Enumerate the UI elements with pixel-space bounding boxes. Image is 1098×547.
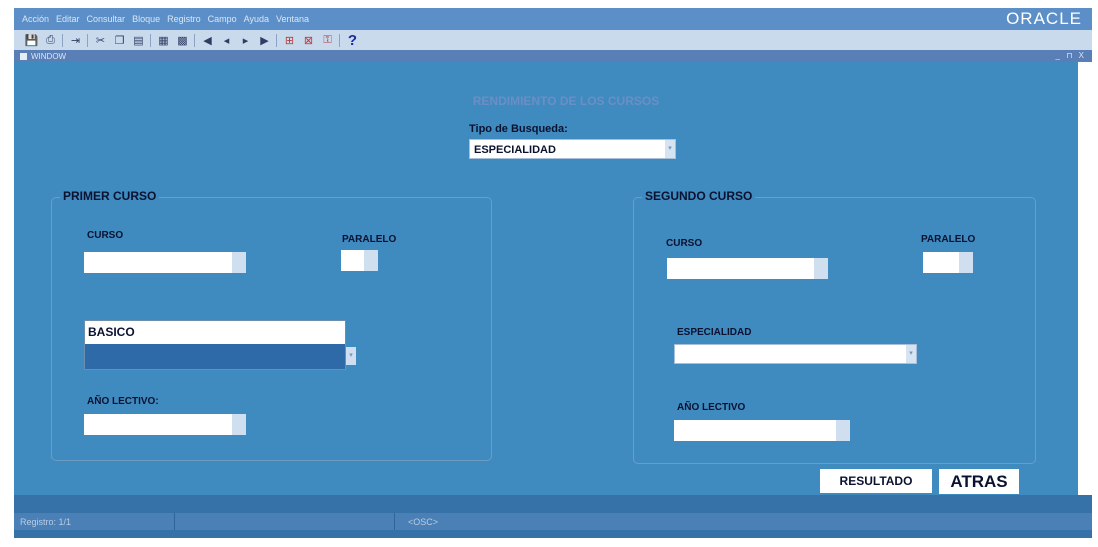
atras-button[interactable]: ATRAS: [939, 469, 1019, 494]
segundo-curso-title: SEGUNDO CURSO: [642, 189, 756, 203]
menu-accion[interactable]: Acción: [22, 14, 49, 24]
segundo-especialidad-select[interactable]: ▾: [674, 344, 917, 364]
toolbar-separator: [339, 33, 340, 47]
primer-paralelo-label: PARALELO: [342, 234, 397, 245]
form-title: RENDIMIENTO DE LOS CURSOS: [472, 94, 660, 108]
delete-record-icon[interactable]: ⊠: [301, 34, 316, 47]
segundo-paralelo-field[interactable]: [923, 252, 973, 273]
form-canvas: RENDIMIENTO DE LOS CURSOS Tipo de Busque…: [14, 62, 1092, 495]
dropdown-option-selected[interactable]: [85, 344, 345, 369]
oracle-logo: ORACLE: [1006, 9, 1082, 28]
primer-anio-label: AÑO LECTIVO:: [87, 396, 159, 407]
primer-especialidad-dropdown[interactable]: BASICO: [84, 320, 346, 370]
help-icon[interactable]: ?: [345, 32, 360, 49]
primer-curso-title: PRIMER CURSO: [60, 189, 160, 203]
first-block-icon[interactable]: ◀: [200, 34, 215, 47]
window-icon: [20, 52, 27, 60]
status-record: Registro: 1/1: [20, 517, 72, 527]
window-title: WINDOW: [31, 51, 67, 61]
toolbar-separator: [194, 33, 195, 47]
chevron-down-icon[interactable]: ▾: [665, 140, 675, 158]
window-controls[interactable]: _ ⊓ X: [1056, 50, 1086, 62]
primer-curso-label: CURSO: [87, 230, 124, 241]
window-title-bar: WINDOW _ ⊓ X: [14, 50, 1092, 62]
toolbar-separator: [87, 33, 88, 47]
toolbar-separator: [62, 33, 63, 47]
toolbar-separator: [276, 33, 277, 47]
previous-record-icon[interactable]: ◂: [219, 34, 234, 47]
paste-icon[interactable]: ▤: [131, 34, 146, 47]
exit-icon[interactable]: ⇥: [68, 34, 83, 47]
search-type-select[interactable]: ESPECIALIDAD ▾: [469, 139, 676, 159]
menu-ventana[interactable]: Ventana: [276, 14, 309, 24]
toolbar: 💾 ⎙ ⇥ ✂ ❐ ▤ ▦ ▩ ◀ ◂ ▸ ▶ ⊞ ⊠ ⚿ ?: [14, 30, 1092, 50]
dropdown-option-basico[interactable]: BASICO: [85, 321, 345, 344]
search-type-label: Tipo de Busqueda:: [469, 123, 568, 135]
search-type-value: ESPECIALIDAD: [474, 144, 556, 156]
primer-curso-field[interactable]: [84, 252, 246, 273]
save-icon[interactable]: 💾: [24, 34, 39, 47]
cut-icon[interactable]: ✂: [93, 34, 108, 47]
oracle-forms-window: Acción Editar Consultar Bloque Registro …: [14, 8, 1092, 538]
menu-ayuda[interactable]: Ayuda: [244, 14, 269, 24]
segundo-especialidad-label: ESPECIALIDAD: [677, 327, 752, 338]
status-separator: [394, 513, 395, 530]
last-block-icon[interactable]: ▶: [257, 34, 272, 47]
copy-icon[interactable]: ❐: [112, 34, 127, 47]
lock-record-icon[interactable]: ⚿: [320, 34, 335, 47]
menu-registro[interactable]: Registro: [167, 14, 201, 24]
status-bar: Registro: 1/1 <OSC>: [14, 495, 1092, 538]
right-gutter: [1078, 62, 1092, 495]
menu-bloque[interactable]: Bloque: [132, 14, 160, 24]
next-record-icon[interactable]: ▸: [238, 34, 253, 47]
status-strip: [14, 513, 1092, 530]
resultado-button[interactable]: RESULTADO: [820, 469, 932, 493]
primer-paralelo-field[interactable]: [341, 250, 378, 271]
execute-query-icon[interactable]: ▩: [175, 34, 190, 47]
segundo-curso-field[interactable]: [667, 258, 828, 279]
status-osc: <OSC>: [408, 517, 439, 527]
menu-editar[interactable]: Editar: [56, 14, 80, 24]
status-separator: [174, 513, 175, 530]
insert-record-icon[interactable]: ⊞: [282, 34, 297, 47]
print-icon[interactable]: ⎙: [43, 34, 58, 47]
chevron-down-icon[interactable]: ▾: [346, 347, 356, 365]
segundo-curso-label: CURSO: [666, 238, 703, 249]
menu-consultar[interactable]: Consultar: [87, 14, 126, 24]
primer-anio-field[interactable]: [84, 414, 246, 435]
menu-campo[interactable]: Campo: [208, 14, 237, 24]
segundo-anio-label: AÑO LECTIVO: [677, 402, 746, 413]
toolbar-separator: [150, 33, 151, 47]
chevron-down-icon[interactable]: ▾: [906, 345, 916, 363]
menu-bar: Acción Editar Consultar Bloque Registro …: [14, 8, 1092, 30]
segundo-paralelo-label: PARALELO: [921, 234, 976, 245]
enter-query-icon[interactable]: ▦: [156, 34, 171, 47]
segundo-anio-field[interactable]: [674, 420, 850, 441]
